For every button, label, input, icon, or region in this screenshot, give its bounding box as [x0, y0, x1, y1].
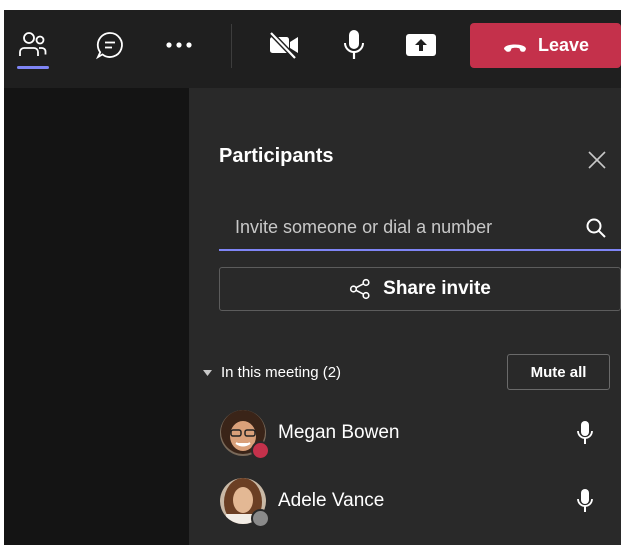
close-icon: [588, 151, 606, 169]
share-icon: [350, 278, 370, 300]
chat-button[interactable]: [91, 26, 129, 64]
share-screen-button[interactable]: [402, 25, 440, 65]
participants-panel: Participants Share invite In this meetin…: [189, 88, 621, 545]
in-meeting-section-toggle[interactable]: In this meeting (2): [203, 364, 341, 381]
camera-off-icon: [269, 31, 298, 60]
people-icon: [19, 32, 47, 56]
leave-button[interactable]: Leave: [470, 23, 621, 68]
microphone-button[interactable]: [335, 25, 373, 65]
mute-all-label: Mute all: [530, 363, 587, 381]
share-screen-icon: [406, 34, 436, 56]
search-icon[interactable]: [585, 217, 607, 239]
phone-hangup-icon: [503, 44, 526, 52]
invite-search-box: [219, 207, 621, 251]
leave-label: Leave: [537, 35, 590, 55]
toolbar-divider: [231, 24, 232, 68]
more-options-icon: [166, 42, 192, 48]
meeting-toolbar: Leave: [4, 10, 621, 88]
more-options-button[interactable]: [160, 26, 198, 64]
microphone-icon: [344, 30, 364, 59]
camera-button[interactable]: [263, 25, 305, 65]
meeting-stage: [4, 88, 189, 545]
status-offline-icon: [251, 509, 270, 528]
status-busy-icon: [251, 441, 270, 460]
active-tab-indicator: [17, 66, 49, 69]
participant-name: Adele Vance: [278, 490, 385, 511]
caret-down-icon: [203, 369, 212, 376]
panel-title: Participants: [219, 145, 334, 167]
share-invite-button[interactable]: Share invite: [219, 267, 621, 311]
microphone-icon[interactable]: [576, 420, 594, 446]
section-label: In this meeting (2): [221, 364, 342, 381]
participant-name: Megan Bowen: [278, 422, 400, 443]
participant-row[interactable]: Adele Vance: [189, 472, 621, 530]
participant-row[interactable]: Megan Bowen: [189, 404, 621, 462]
microphone-icon[interactable]: [576, 488, 594, 514]
people-button[interactable]: [16, 26, 50, 62]
mute-all-button[interactable]: Mute all: [507, 354, 610, 390]
invite-search-input[interactable]: [219, 207, 585, 247]
share-invite-label: Share invite: [383, 278, 491, 299]
chat-icon: [96, 32, 123, 60]
close-panel-button[interactable]: [587, 150, 607, 175]
